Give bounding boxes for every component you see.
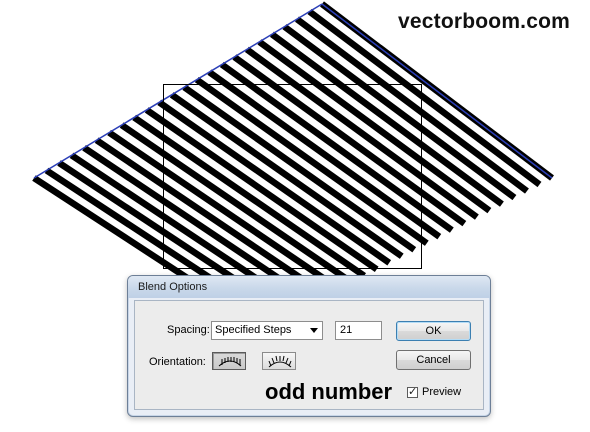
preview-label: Preview	[422, 386, 462, 398]
blend-stripe	[282, 24, 517, 201]
spacing-dropdown[interactable]: Specified Steps	[211, 321, 323, 340]
blend-stripe	[269, 31, 504, 207]
blend-stripe	[244, 46, 479, 220]
cancel-button[interactable]: Cancel	[396, 350, 471, 370]
ok-button[interactable]: OK	[396, 321, 471, 341]
spacing-label: Spacing:	[167, 324, 210, 336]
blend-stripe	[257, 39, 492, 214]
annotation-text: odd number	[265, 379, 393, 404]
blend-stripe	[307, 8, 542, 188]
align-to-page-button[interactable]	[212, 352, 246, 370]
dialog-title: Blend Options	[138, 281, 208, 293]
align-to-path-icon	[268, 355, 292, 368]
orientation-label: Orientation:	[149, 356, 206, 368]
preview-checkbox[interactable]: ✓	[407, 386, 418, 398]
align-to-path-button[interactable]	[262, 352, 296, 370]
checkmark-icon: ✓	[408, 386, 418, 398]
blend-stripe	[295, 16, 529, 194]
spacing-value: Specified Steps	[215, 324, 292, 336]
align-to-page-icon	[218, 357, 242, 367]
watermark: vectorboom.com	[398, 10, 570, 33]
steps-input[interactable]: 21	[335, 321, 382, 340]
chevron-down-icon	[310, 328, 318, 333]
dialog-titlebar[interactable]: Blend Options	[128, 276, 490, 298]
